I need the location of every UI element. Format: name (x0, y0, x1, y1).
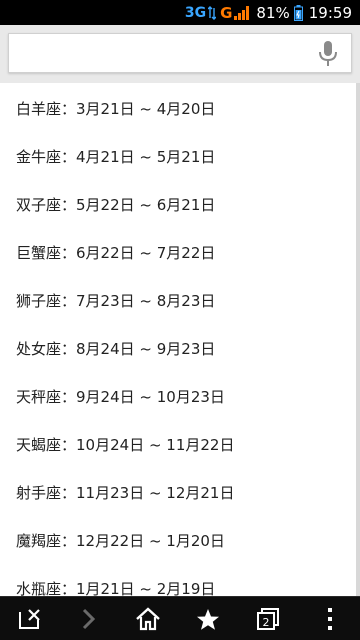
data-activity-icon (208, 5, 217, 20)
tabs-button[interactable]: 2 (238, 597, 298, 640)
zodiac-name: 天秤座 (16, 388, 62, 406)
zodiac-name: 狮子座 (16, 292, 62, 310)
zodiac-range: ：1月21日 ~ 2月19日 (61, 580, 216, 596)
search-input[interactable] (17, 40, 311, 68)
zodiac-list: 白羊座：3月21日 ~ 4月20日 金牛座：4月21日 ~ 5月21日 双子座：… (0, 83, 356, 596)
overflow-menu-button[interactable] (300, 597, 360, 640)
home-icon (136, 607, 160, 631)
zodiac-name: 巨蟹座 (16, 244, 62, 262)
list-item: 双子座：5月22日 ~ 6月21日 (16, 194, 215, 216)
zodiac-name: 魔羯座 (16, 532, 62, 550)
zodiac-range: ：9月24日 ~ 10月23日 (61, 388, 225, 406)
list-item: 狮子座：7月23日 ~ 8月23日 (16, 290, 215, 312)
forward-icon (82, 608, 96, 630)
close-tab-button[interactable] (0, 597, 60, 640)
list-item: 水瓶座：1月21日 ~ 2月19日 (16, 578, 215, 596)
zodiac-range: ：10月24日 ~ 11月22日 (61, 436, 235, 454)
list-item: 金牛座：4月21日 ~ 5月21日 (16, 146, 215, 168)
zodiac-range: ：4月21日 ~ 5月21日 (61, 148, 216, 166)
scrollbar[interactable] (356, 83, 360, 596)
battery-percent: 81% (256, 3, 290, 22)
tabs-icon: 2 (257, 608, 279, 630)
list-item: 射手座：11月23日 ~ 12月21日 (16, 482, 234, 504)
bookmark-star-icon (197, 608, 219, 630)
zodiac-range: ：8月24日 ~ 9月23日 (61, 340, 216, 358)
zodiac-name: 射手座 (16, 484, 62, 502)
overflow-menu-icon (328, 608, 332, 630)
zodiac-range: ：6月22日 ~ 7月22日 (61, 244, 216, 262)
zodiac-name: 处女座 (16, 340, 62, 358)
search-box[interactable] (8, 33, 352, 73)
zodiac-range: ：3月21日 ~ 4月20日 (61, 100, 216, 118)
close-tab-icon (19, 609, 40, 629)
zodiac-range: ：7月23日 ~ 8月23日 (61, 292, 216, 310)
battery-icon (293, 4, 303, 21)
home-button[interactable] (118, 597, 178, 640)
zodiac-range: ：11月23日 ~ 12月21日 (61, 484, 235, 502)
microphone-icon[interactable] (313, 38, 343, 70)
list-item: 天蝎座：10月24日 ~ 11月22日 (16, 434, 234, 456)
zodiac-name: 水瓶座 (16, 580, 62, 596)
zodiac-name: 双子座 (16, 196, 62, 214)
zodiac-range: ：12月22日 ~ 1月20日 (61, 532, 225, 550)
status-bar: 3G G 81% 19:59 (0, 0, 360, 25)
search-bar (0, 25, 360, 83)
list-item: 天秤座：9月24日 ~ 10月23日 (16, 386, 225, 408)
zodiac-range: ：5月22日 ~ 6月21日 (61, 196, 216, 214)
carrier-label: G (220, 3, 233, 22)
clock: 19:59 (308, 3, 352, 22)
list-item: 魔羯座：12月22日 ~ 1月20日 (16, 530, 225, 552)
list-item: 白羊座：3月21日 ~ 4月20日 (16, 98, 215, 120)
network-type: 3G (184, 4, 207, 21)
zodiac-name: 天蝎座 (16, 436, 62, 454)
forward-button[interactable] (58, 597, 118, 640)
bookmark-button[interactable] (178, 597, 238, 640)
list-item: 巨蟹座：6月22日 ~ 7月22日 (16, 242, 215, 264)
tabs-count: 2 (263, 616, 270, 629)
zodiac-name: 金牛座 (16, 148, 62, 166)
browser-screen: 3G G 81% 19:59 白羊座：3月21日 ~ 4月20日 金牛座：4月2… (0, 0, 360, 640)
signal-icon (234, 5, 250, 20)
list-item: 处女座：8月24日 ~ 9月23日 (16, 338, 215, 360)
bottom-toolbar: 2 (0, 596, 360, 640)
zodiac-name: 白羊座 (16, 100, 62, 118)
